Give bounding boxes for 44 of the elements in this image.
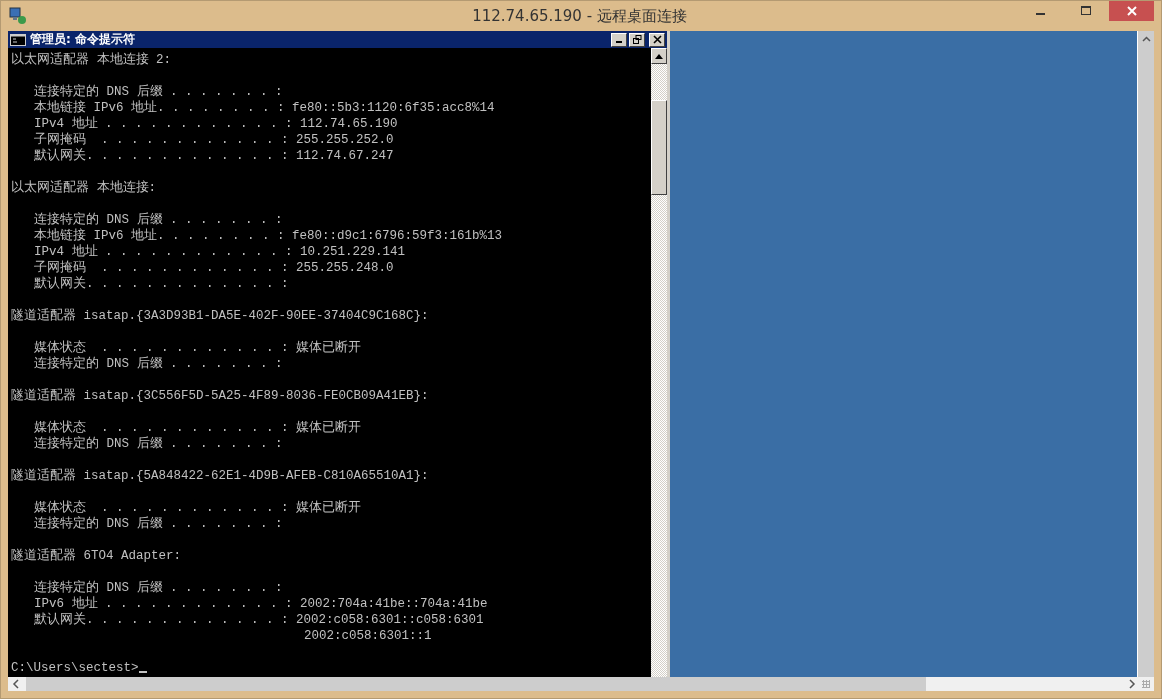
scroll-thumb[interactable] [651, 100, 667, 195]
console-line: 本地链接 IPv6 地址. . . . . . . . : fe80::d9c1:6796:59f3:161b%13 [34, 229, 503, 243]
console-line: 媒体状态 . . . . . . . . . . . . : 媒体已断开 [34, 421, 362, 435]
up-arrow-icon[interactable] [655, 53, 663, 59]
console-line: 默认网关. . . . . . . . . . . . . : [34, 277, 289, 291]
console-line: 媒体状态 . . . . . . . . . . . . : 媒体已断开 [34, 501, 362, 515]
scroll-thumb[interactable] [26, 677, 926, 691]
console-window-title: 管理员: 命令提示符 [30, 31, 136, 48]
console-line: 子网掩码 . . . . . . . . . . . . : 255.255.252.0 [34, 133, 394, 147]
console-line: IPv4 地址 . . . . . . . . . . . . : 10.251.229.141 [34, 245, 406, 259]
console-line: 2002:c058:6301::1 [303, 629, 432, 643]
adapter-heading: 隧道适配器 isatap.{5A848422-62E1-4D9B-AFEB-C810A65510A1}: [11, 469, 429, 483]
horizontal-scrollbar[interactable] [8, 677, 1154, 691]
vertical-scrollbar[interactable] [651, 48, 667, 677]
console-line: 连接特定的 DNS 后缀 . . . . . . . : [34, 517, 283, 531]
console-line: 连接特定的 DNS 后缀 . . . . . . . : [34, 85, 283, 99]
console-line: 连接特定的 DNS 后缀 . . . . . . . : [34, 581, 283, 595]
adapter-heading: 隧道适配器 isatap.{3C556F5D-5A25-4F89-8036-FE0CB09A41EB}: [11, 389, 429, 403]
console-line: 连接特定的 DNS 后缀 . . . . . . . : [34, 437, 283, 451]
console-icon [10, 33, 26, 46]
console-line: 默认网关. . . . . . . . . . . . . : 112.74.67.247 [34, 149, 394, 163]
console-line: IPv4 地址 . . . . . . . . . . . . : 112.74.65.190 [34, 117, 398, 131]
vertical-scrollbar[interactable] [1137, 31, 1154, 677]
adapter-heading: 隧道适配器 isatap.{3A3D93B1-DA5E-402F-90EE-37404C9C168C}: [11, 309, 429, 323]
resize-grip-icon[interactable] [1142, 680, 1150, 688]
window-title: 112.74.65.190 - 远程桌面连接 [472, 6, 687, 26]
console-line: 子网掩码 . . . . . . . . . . . . : 255.255.248.0 [34, 261, 394, 275]
command-prompt: C:\Users\sectest> [11, 661, 139, 675]
console-line: 本地链接 IPv6 地址. . . . . . . . : fe80::5b3:1120:6f35:acc8%14 [34, 101, 495, 115]
scroll-up-button[interactable] [651, 48, 667, 64]
console-line: 默认网关. . . . . . . . . . . . . : 2002:c058:6301::c058:6301 [34, 613, 484, 627]
scroll-right-icon[interactable] [1128, 679, 1136, 689]
text-cursor [138, 671, 147, 673]
scroll-up-icon[interactable] [1141, 36, 1151, 42]
remote-desktop-icon [9, 7, 27, 25]
maximize-icon[interactable] [1080, 5, 1092, 17]
scroll-left-icon[interactable] [12, 679, 20, 689]
adapter-heading: 以太网适配器 本地连接 2: [11, 53, 171, 67]
adapter-heading: 隧道适配器 6TO4 Adapter: [11, 549, 182, 563]
console-line: IPv6 地址 . . . . . . . . . . . . : 2002:704a:41be::704a:41be [34, 597, 488, 611]
console-line: 连接特定的 DNS 后缀 . . . . . . . : [34, 357, 283, 371]
console-line: 连接特定的 DNS 后缀 . . . . . . . : [34, 213, 283, 227]
adapter-heading: 以太网适配器 本地连接: [11, 181, 156, 195]
console-line: 媒体状态 . . . . . . . . . . . . : 媒体已断开 [34, 341, 362, 355]
